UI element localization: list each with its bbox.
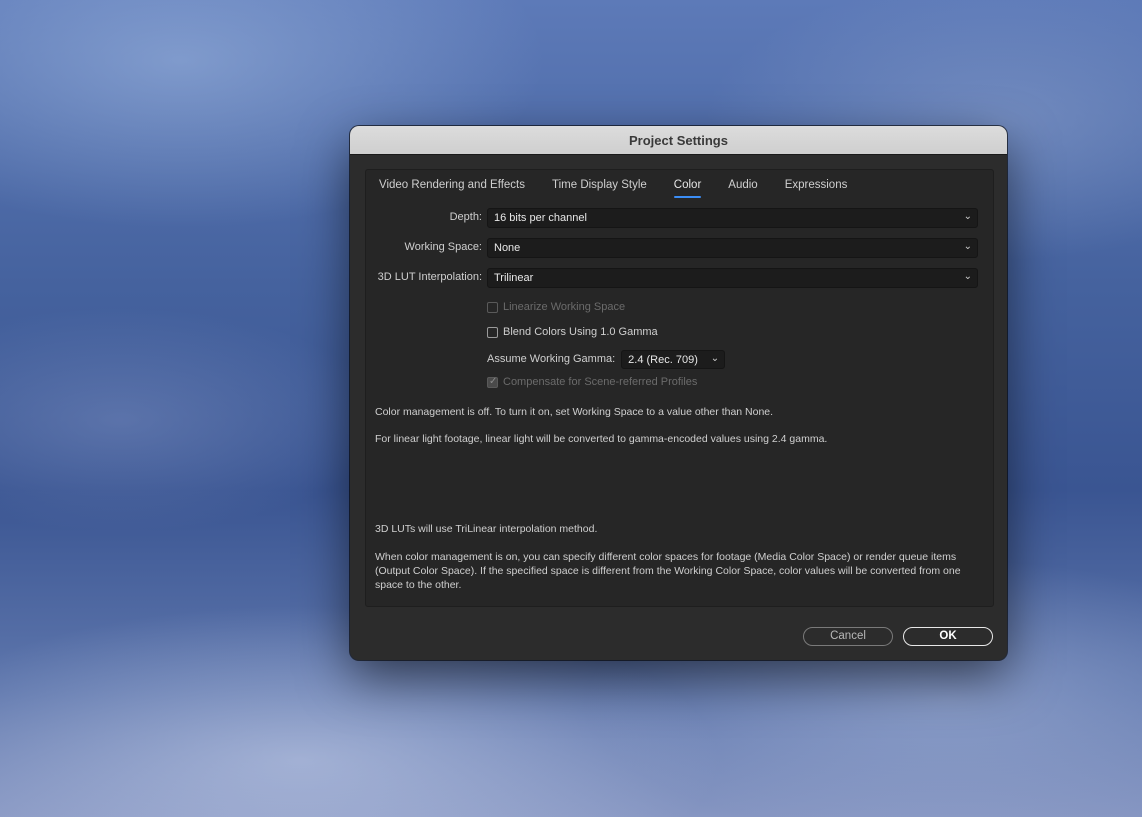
cancel-button[interactable]: Cancel: [803, 627, 893, 646]
chevron-down-icon: ⌄: [963, 271, 972, 282]
settings-tabs: Video Rendering and Effects Time Display…: [379, 178, 874, 200]
checkbox-icon: [487, 326, 498, 338]
depth-row: Depth: 16 bits per channel ⌄: [366, 208, 993, 228]
depth-value: 16 bits per channel: [494, 212, 587, 224]
blend-checkbox[interactable]: Blend Colors Using 1.0 Gamma: [487, 324, 658, 340]
project-settings-dialog: Project Settings Video Rendering and Eff…: [350, 126, 1007, 660]
checkbox-icon: [487, 301, 498, 313]
lut-note: 3D LUTs will use TriLinear interpolation…: [375, 523, 598, 535]
gamma-row: Assume Working Gamma: 2.4 (Rec. 709) ⌄: [487, 349, 726, 369]
linearize-checkbox[interactable]: Linearize Working Space: [487, 299, 625, 315]
working-space-row: Working Space: None ⌄: [366, 238, 993, 258]
chevron-down-icon: ⌄: [963, 211, 972, 222]
depth-select[interactable]: 16 bits per channel ⌄: [487, 208, 978, 228]
tab-color[interactable]: Color: [673, 178, 728, 200]
color-management-note: Color management is off. To turn it on, …: [375, 406, 774, 418]
lut-row: 3D LUT Interpolation: Trilinear ⌄: [366, 268, 993, 288]
chevron-down-icon: ⌄: [963, 241, 972, 252]
compensate-label: Compensate for Scene-referred Profiles: [503, 376, 698, 388]
tab-audio[interactable]: Audio: [728, 178, 784, 200]
tab-time-display[interactable]: Time Display Style: [552, 178, 674, 200]
working-space-value: None: [494, 242, 521, 254]
working-space-label: Working Space:: [404, 241, 482, 253]
chevron-down-icon: ⌄: [710, 352, 720, 364]
blend-label: Blend Colors Using 1.0 Gamma: [503, 326, 658, 338]
tab-video-rendering[interactable]: Video Rendering and Effects: [379, 178, 552, 200]
working-space-select[interactable]: None ⌄: [487, 238, 978, 258]
dialog-title: Project Settings: [629, 132, 728, 148]
linearize-label: Linearize Working Space: [503, 301, 626, 313]
lut-value: Trilinear: [494, 272, 534, 284]
title-bar[interactable]: Project Settings: [350, 126, 1007, 155]
compensate-checkbox[interactable]: Compensate for Scene-referred Profiles: [487, 374, 697, 390]
lut-label: 3D LUT Interpolation:: [377, 271, 482, 283]
checkbox-checked-icon: [487, 376, 498, 388]
linear-light-note: For linear light footage, linear light w…: [375, 433, 828, 445]
ok-button[interactable]: OK: [903, 627, 993, 646]
tab-expressions[interactable]: Expressions: [785, 178, 875, 200]
color-space-note: When color management is on, you can spe…: [375, 551, 961, 591]
depth-label: Depth:: [449, 211, 482, 223]
gamma-value: 2.4 (Rec. 709): [628, 353, 698, 366]
gamma-label: Assume Working Gamma:: [487, 353, 616, 365]
gamma-select[interactable]: 2.4 (Rec. 709) ⌄: [621, 349, 726, 369]
lut-select[interactable]: Trilinear ⌄: [487, 268, 978, 288]
color-settings-panel: Video Rendering and Effects Time Display…: [365, 169, 994, 607]
